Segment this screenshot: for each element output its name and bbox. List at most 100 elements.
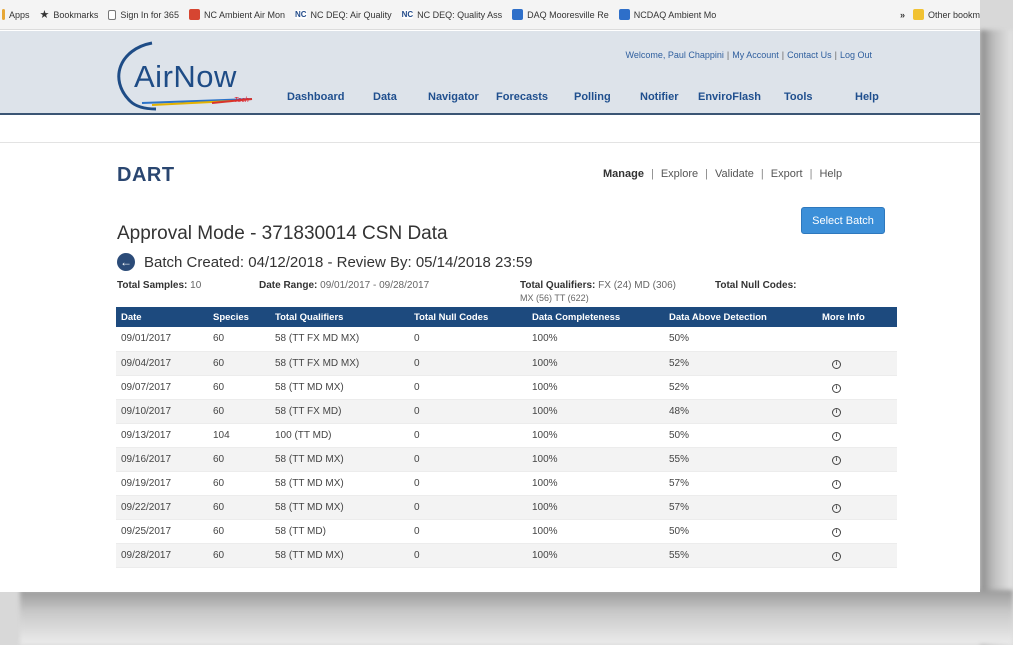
summary-label: Date Range: [259,280,318,291]
info-icon[interactable]: i [832,527,841,537]
nav-polling[interactable]: Polling [574,91,640,103]
cell-above: 50% [664,327,817,352]
nav-help[interactable]: Help [855,91,879,103]
bookmark-sign-in-365[interactable]: Sign In for 365 [108,9,179,20]
cell-species: 60 [208,543,270,568]
cell-species: 60 [208,351,270,376]
subnav-validate[interactable]: Validate [715,168,754,180]
logo-subtext: Tech [234,97,249,104]
welcome-text: Welcome, Paul Chappini [625,50,724,60]
nav-enviroflash[interactable]: EnviroFlash [698,91,784,103]
info-icon[interactable]: i [832,431,841,441]
bookmark-nc-deq-quality[interactable]: NC NC DEQ: Quality Ass [401,10,502,20]
col-species[interactable]: Species [208,307,270,327]
nav-tools[interactable]: Tools [784,91,855,103]
info-icon[interactable]: i [832,551,841,561]
col-data-above-detection[interactable]: Data Above Detection [664,307,817,327]
bookmark-apps[interactable]: Apps [2,9,30,20]
info-icon[interactable]: i [832,407,841,417]
cell-date: 09/19/2017 [116,471,208,496]
subnav-manage[interactable]: Manage [603,168,644,180]
account-links: Welcome, Paul Chappini | My Account | Contac… [625,50,872,60]
bookmark-bookmarks[interactable]: ★ Bookmarks [40,8,99,21]
summary-label: Total Qualifiers: [520,280,596,291]
cell-more-info: i [817,399,897,424]
subnav-explore[interactable]: Explore [661,168,698,180]
browser-window: Apps ★ Bookmarks Sign In for 365 NC Ambi… [0,0,980,592]
cell-completeness: 100% [527,495,664,520]
bookmark-label: Other bookm [927,9,980,20]
table-row: 09/04/2017 60 58 (TT FX MD MX) 0 100% 52% i [116,351,897,376]
table-row: 09/19/2017 60 58 (TT MD MX) 0 100% 57% i [116,471,897,496]
info-icon[interactable]: i [832,383,841,393]
logo-text: AirNow [134,59,237,94]
subnav-help[interactable]: Help [819,168,842,180]
nav-data[interactable]: Data [373,91,428,103]
cell-completeness: 100% [527,399,664,424]
col-data-completeness[interactable]: Data Completeness [527,307,664,327]
bookmark-label: NC Ambient Air Mon [203,9,285,20]
cell-null: 0 [409,471,527,496]
info-icon[interactable]: i [832,503,841,513]
screenshot-shadow-right [980,30,1013,645]
bookmarks-overflow-button[interactable]: » [900,10,905,20]
cell-qualifiers: 58 (TT MD MX) [270,375,409,400]
cell-date: 09/25/2017 [116,519,208,544]
summary-total-samples: Total Samples: 10 [117,280,201,292]
contact-us-link[interactable]: Contact Us [787,50,832,60]
cell-more-info: i [817,543,897,568]
bookmark-other[interactable]: Other bookm [912,9,980,20]
cell-null: 0 [409,423,527,448]
cell-above: 55% [664,447,817,472]
cell-completeness: 100% [527,423,664,448]
cell-date: 09/16/2017 [116,447,208,472]
log-out-link[interactable]: Log Out [840,50,872,60]
bookmark-nc-ambient[interactable]: NC Ambient Air Mon [188,9,285,20]
subnav-export[interactable]: Export [771,168,803,180]
cell-date: 09/10/2017 [116,399,208,424]
nav-forecasts[interactable]: Forecasts [496,91,574,103]
nav-notifier[interactable]: Notifier [640,91,698,103]
summary-value: 09/01/2017 - 09/28/2017 [320,280,430,291]
cell-completeness: 100% [527,375,664,400]
nav-dashboard[interactable]: Dashboard [287,91,373,103]
airnow-logo[interactable]: AirNow Tech [112,39,262,111]
bookmark-label: NCDAQ Ambient Mo [633,9,717,20]
cell-null: 0 [409,327,527,352]
bookmark-nc-deq-air[interactable]: NC NC DEQ: Air Quality [294,10,392,20]
cell-species: 60 [208,495,270,520]
nav-navigator[interactable]: Navigator [428,91,496,103]
col-date[interactable]: Date [116,307,208,327]
bookmark-daq-mooresville[interactable]: DAQ Mooresville Re [512,9,609,20]
table-row: 09/25/2017 60 58 (TT MD) 0 100% 50% i [116,519,897,544]
cell-qualifiers: 58 (TT FX MD MX) [270,351,409,376]
batch-table: Date Species Total Qualifiers Total Null… [116,307,897,568]
cell-species: 60 [208,519,270,544]
bookmark-ncdaq-ambient[interactable]: NCDAQ Ambient Mo [618,9,717,20]
header-spacer [0,117,980,143]
cell-above: 48% [664,399,817,424]
col-total-null-codes[interactable]: Total Null Codes [409,307,527,327]
sharepoint-icon [512,9,524,20]
col-total-qualifiers[interactable]: Total Qualifiers [270,307,409,327]
bookmark-label: Sign In for 365 [120,9,179,20]
star-icon: ★ [39,9,50,21]
table-body: 09/01/2017 60 58 (TT FX MD MX) 0 100% 50% 09/0… [116,327,897,568]
cell-null: 0 [409,447,527,472]
info-icon[interactable]: i [832,479,841,489]
cell-completeness: 100% [527,327,664,352]
cell-null: 0 [409,543,527,568]
select-batch-button[interactable]: Select Batch [801,207,885,234]
info-icon[interactable]: i [832,455,841,465]
cell-qualifiers: 58 (TT FX MD MX) [270,327,409,352]
my-account-link[interactable]: My Account [732,50,779,60]
dart-subnav: Manage | Explore | Validate | Export | Help [603,168,843,180]
table-row: 09/16/2017 60 58 (TT MD MX) 0 100% 55% i [116,447,897,472]
apps-icon [2,9,5,20]
cell-date: 09/04/2017 [116,351,208,376]
cell-above: 52% [664,375,817,400]
info-icon[interactable]: i [832,359,841,369]
back-arrow-icon[interactable]: ← [117,253,135,271]
summary-value: 10 [190,280,202,291]
bookmark-label: Bookmarks [53,9,99,20]
